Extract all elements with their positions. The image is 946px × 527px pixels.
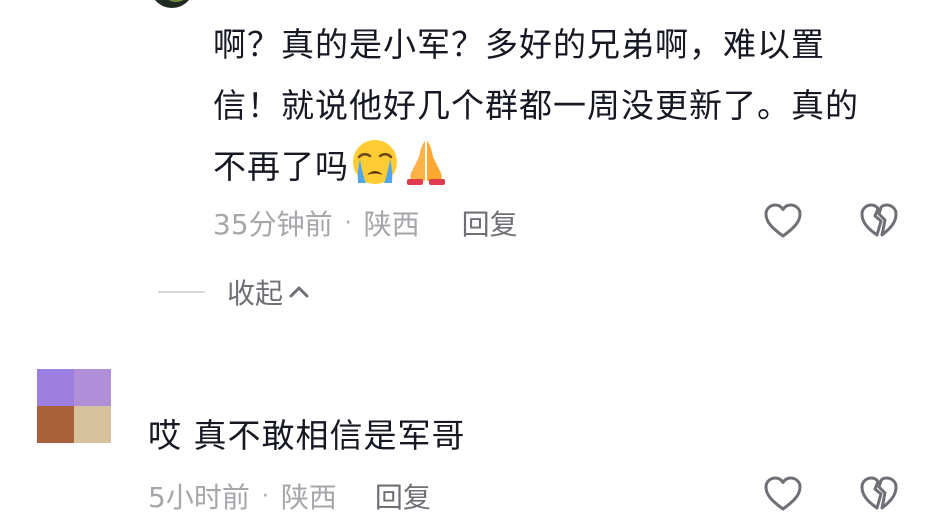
meta-separator: · [261,483,269,509]
reply-text-line-1: 啊？真的是小军？多好的兄弟啊，难以置 [213,25,825,64]
comment-time: 5小时前 [148,481,250,514]
collapse-replies-button[interactable]: 收起 [158,272,311,312]
commenter-avatar[interactable] [37,369,111,443]
reply-location: 陕西 [363,208,420,241]
comment-location: 陕西 [280,481,337,514]
commenter-username[interactable] [148,363,248,393]
avatar-tile [74,369,111,406]
chevron-up-icon [289,286,309,298]
comment-meta: 5小时前 · 陕西 回复 [148,476,431,516]
comment-text: 哎 真不敢相信是军哥 [148,416,466,455]
avatar-tile [37,369,74,406]
praying-hands-emoji [407,141,445,185]
reply-meta: 35分钟前 · 陕西 回复 [213,203,518,243]
avatar-tile [74,406,111,443]
meta-separator: · [344,210,352,236]
broken-heart-outline-icon[interactable] [858,473,900,515]
collapse-divider [158,291,205,293]
broken-heart-outline-icon[interactable] [858,200,900,242]
reply-button[interactable]: 回复 [375,476,431,516]
avatar-tile [37,406,74,443]
reply-text: 啊？真的是小军？多好的兄弟啊，难以置 信！就说他好几个群都一周没更新了。真的 不… [213,14,913,197]
heart-outline-icon[interactable] [762,200,804,242]
reply-text-line-2: 信！就说他好几个群都一周没更新了。真的 [213,86,859,125]
collapse-label: 收起 [227,277,284,310]
heart-outline-icon[interactable] [762,473,804,515]
reply-time: 35分钟前 [213,208,333,241]
reply-text-line-3: 不再了吗 [213,136,913,197]
replier-avatar[interactable] [150,0,194,8]
reply-button[interactable]: 回复 [462,203,518,243]
crying-face-emoji [353,140,397,184]
